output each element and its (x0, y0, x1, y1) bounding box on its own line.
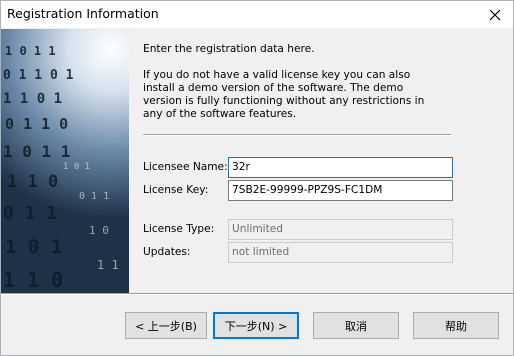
svg-text:1 0 1: 1 0 1 (63, 162, 90, 172)
updates-field: not limited (228, 242, 453, 263)
intro-text: Enter the registration data here. (143, 43, 315, 55)
svg-text:1 0 1 1: 1 0 1 1 (3, 142, 70, 161)
svg-text:0 1 1 0 1: 0 1 1 0 1 (3, 68, 74, 83)
svg-text:1 0 1: 1 0 1 (5, 236, 62, 258)
help-button[interactable]: 帮助 (413, 312, 499, 339)
license-key-input[interactable]: 7SB2E-99999-PPZ9S-FC1DM (228, 180, 453, 201)
svg-text:1 1: 1 1 (97, 258, 119, 272)
registration-dialog: Registration Information 1 0 1 1 0 1 1 0… (0, 0, 514, 356)
cancel-button[interactable]: 取消 (313, 312, 399, 339)
next-button[interactable]: 下一步(N) > (213, 312, 299, 339)
license-key-label: License Key: (143, 184, 209, 196)
binary-code-banner-image: 1 0 1 1 0 1 1 0 1 1 1 0 1 0 1 1 0 1 0 1 … (1, 29, 129, 293)
window-title: Registration Information (7, 6, 159, 21)
section-divider (143, 134, 451, 136)
back-button[interactable]: < 上一步(B) (125, 312, 207, 339)
svg-text:1 1 0: 1 1 0 (7, 172, 58, 192)
svg-text:1 0 1 1: 1 0 1 1 (5, 44, 56, 58)
footer-divider (1, 293, 513, 295)
demo-explanation-text: If you do not have a valid license key y… (143, 69, 425, 120)
close-icon[interactable] (477, 1, 513, 28)
updates-label: Updates: (143, 246, 191, 258)
svg-text:1 1 0: 1 1 0 (3, 268, 63, 292)
svg-text:0 1 1: 0 1 1 (79, 191, 109, 202)
svg-text:0 1 1 0: 0 1 1 0 (5, 115, 68, 133)
svg-text:1 0: 1 0 (89, 224, 109, 237)
license-type-field: Unlimited (228, 219, 453, 240)
license-type-label: License Type: (143, 223, 215, 235)
svg-text:0 1 1: 0 1 1 (3, 203, 57, 224)
licensee-name-input[interactable]: 32r (228, 157, 453, 178)
title-bar[interactable]: Registration Information (1, 1, 513, 28)
svg-text:1 1 0 1: 1 1 0 1 (3, 91, 62, 107)
licensee-name-label: Licensee Name: (143, 161, 228, 173)
